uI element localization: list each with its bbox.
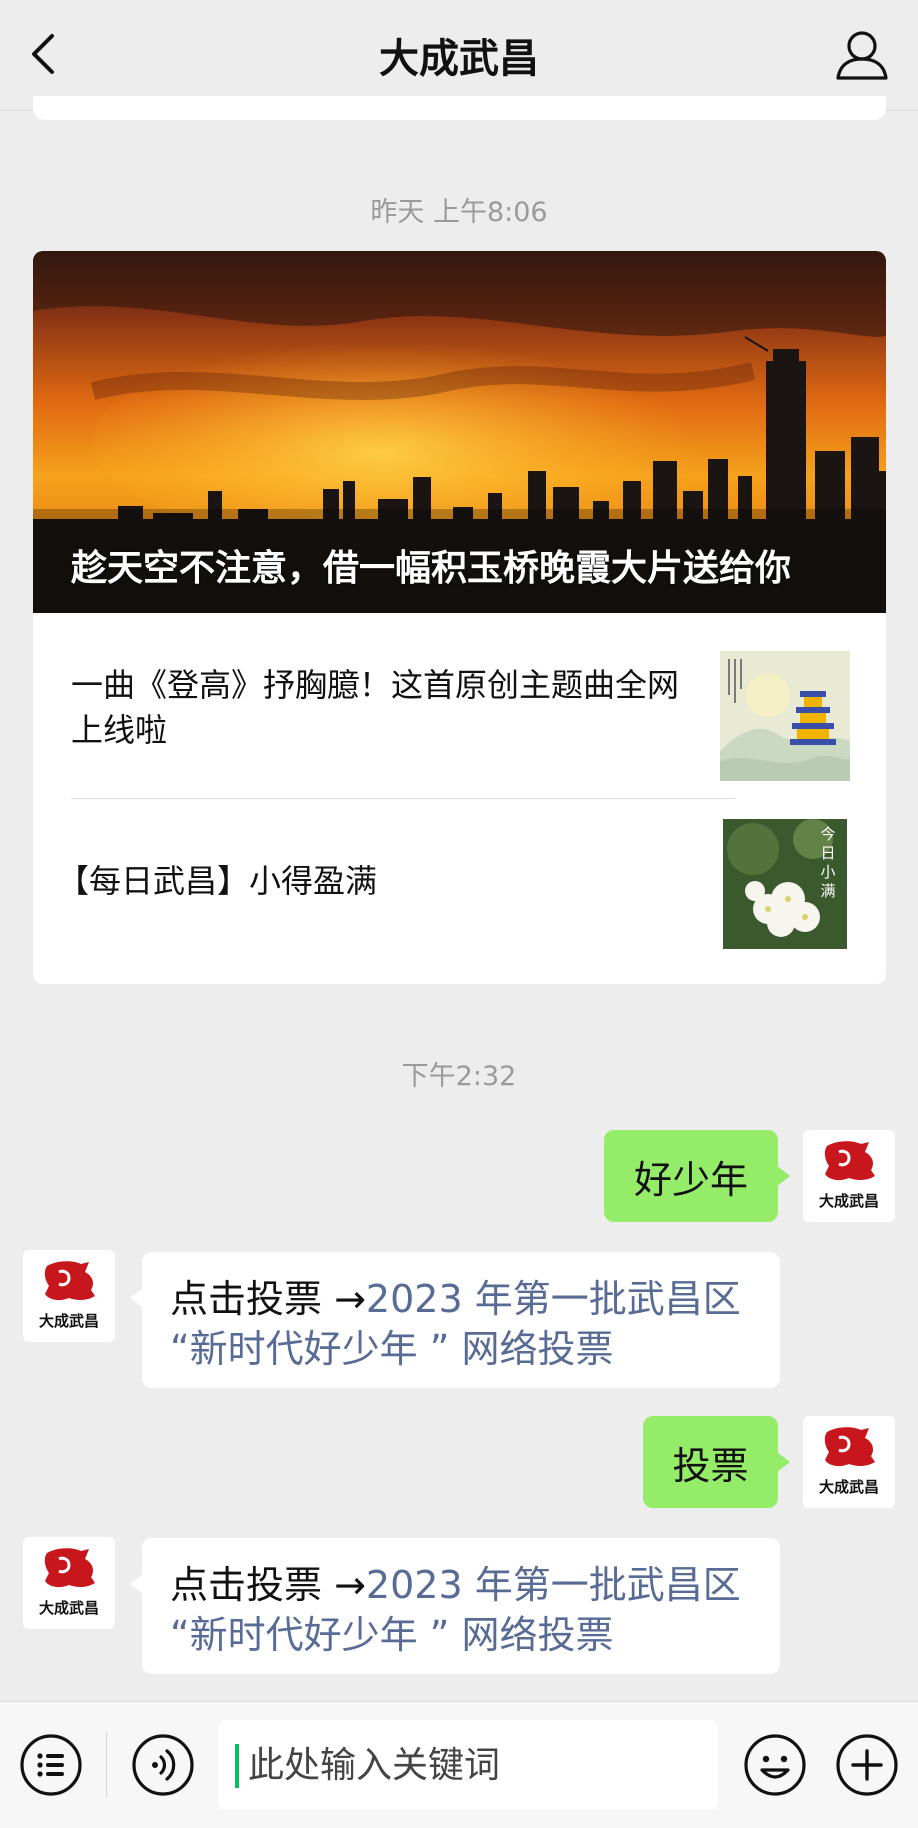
article-item-title: 【每日武昌】小得盈满 [57, 862, 378, 900]
cover-image[interactable]: 趁天空不注意，借一幅积玉桥晚霞大片送给你 [33, 251, 886, 613]
voice-icon [132, 1734, 194, 1796]
divider [106, 1732, 107, 1798]
message-text: 好少年 [633, 1157, 748, 1202]
avatar[interactable]: 大成武昌 [23, 1250, 115, 1342]
page-title: 大成武昌 [379, 36, 539, 82]
avatar-label: 大成武昌 [38, 1312, 99, 1330]
profile-button[interactable] [832, 28, 892, 84]
avatar-label: 大成武昌 [38, 1599, 99, 1617]
cover-title: 趁天空不注意，借一幅积玉桥晚霞大片送给你 [71, 548, 792, 589]
plus-button[interactable] [834, 1732, 900, 1798]
bottom-input-bar: 此处输入关键词 [0, 1701, 918, 1828]
article-item-title: 一曲《登高》抒胸臆！这首原创主题曲全网上线啦 [71, 666, 680, 749]
timestamp: 下午2:32 [401, 1061, 517, 1092]
thumbnail-caption: 今日小满 [820, 825, 836, 900]
smiley-icon [744, 1734, 806, 1796]
voice-button[interactable] [130, 1732, 196, 1798]
pavilion-painting-image [720, 651, 850, 781]
menu-button[interactable] [18, 1732, 84, 1798]
avatar[interactable]: 大成武昌 [23, 1537, 115, 1629]
outgoing-message[interactable]: 投票 [643, 1416, 790, 1508]
avatar[interactable]: 大成武昌 [803, 1416, 895, 1508]
avatar[interactable]: 大成武昌 [803, 1130, 895, 1222]
text-caret [235, 1744, 239, 1788]
timestamp: 昨天 上午8:06 [370, 197, 548, 228]
emoji-button[interactable] [742, 1732, 808, 1798]
list-icon [20, 1734, 82, 1796]
message-text: 投票 [672, 1443, 749, 1488]
previous-card-edge[interactable] [33, 96, 886, 120]
article-card[interactable]: 趁天空不注意，借一幅积玉桥晚霞大片送给你 一曲《登高》抒胸臆！这首原创主题曲全网… [33, 251, 886, 984]
article-thumbnail [720, 651, 850, 781]
article-item[interactable]: 一曲《登高》抒胸臆！这首原创主题曲全网上线啦 [33, 613, 886, 799]
person-icon [836, 31, 888, 80]
plus-icon [836, 1734, 898, 1796]
top-bar: 大成武昌 [0, 0, 918, 111]
article-thumbnail: 今日小满 [723, 819, 847, 949]
incoming-message: 点击投票 →2023 年第一批武昌区 “新时代好少年 ” 网络投票 [130, 1538, 780, 1674]
incoming-message: 点击投票 →2023 年第一批武昌区 “新时代好少年 ” 网络投票 [130, 1252, 780, 1388]
message-text: 点击投票 → [170, 1277, 366, 1321]
avatar-label: 大成武昌 [818, 1192, 879, 1210]
article-item[interactable]: 【每日武昌】小得盈满 今日小满 [33, 799, 886, 984]
avatar-label: 大成武昌 [818, 1478, 879, 1496]
input-placeholder: 此处输入关键词 [248, 1745, 501, 1786]
message-text: 点击投票 → [170, 1563, 366, 1607]
outgoing-message[interactable]: 好少年 [604, 1130, 790, 1222]
keyword-input[interactable]: 此处输入关键词 [218, 1720, 718, 1810]
